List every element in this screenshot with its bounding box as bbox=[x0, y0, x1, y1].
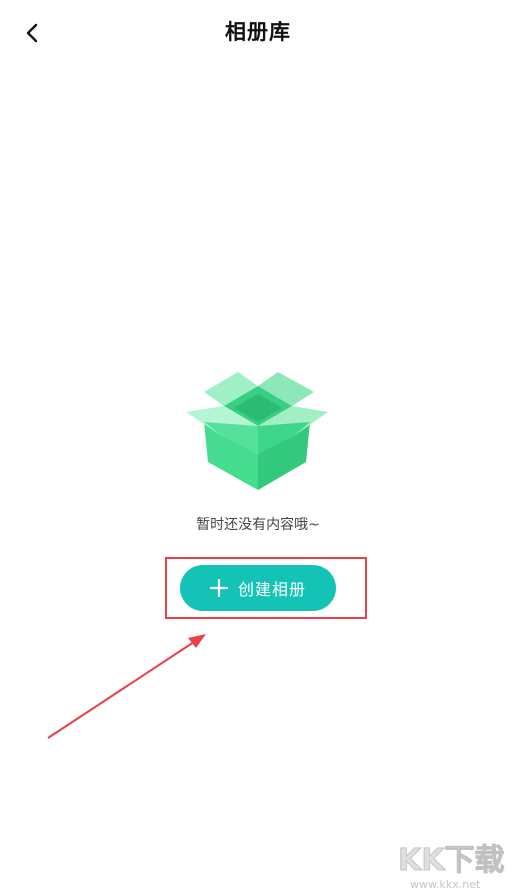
highlight-box bbox=[165, 557, 367, 619]
watermark-url: www.kkx.net bbox=[410, 878, 481, 891]
empty-box-illustration bbox=[182, 364, 332, 492]
pointer-arrow bbox=[47, 634, 206, 739]
watermark-brand: KK下载 bbox=[398, 843, 505, 878]
header-bar: 相册库 bbox=[0, 0, 516, 64]
empty-state-message: 暂时还没有内容哦~ bbox=[196, 517, 320, 533]
watermark: KK下载 www.kkx.net bbox=[396, 836, 506, 892]
page-title: 相册库 bbox=[225, 20, 291, 44]
open-box-icon bbox=[186, 372, 328, 490]
